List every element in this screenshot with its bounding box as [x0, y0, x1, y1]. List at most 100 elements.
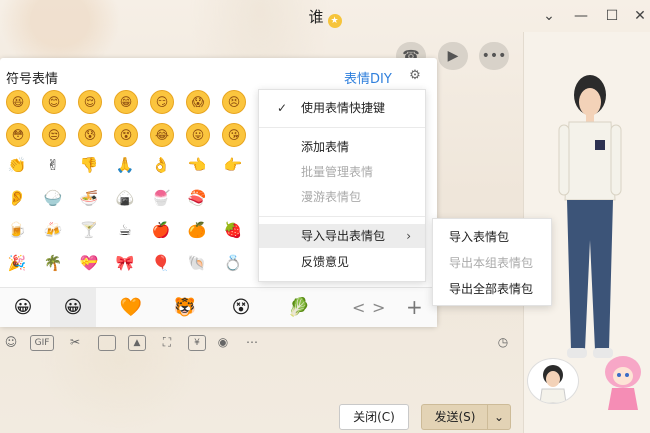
menu-item-import-export[interactable]: 导入导出表情包 ›	[259, 224, 425, 248]
emoji-item[interactable]: 😂	[150, 123, 174, 147]
submenu-item-export-all[interactable]: 导出全部表情包	[433, 277, 551, 301]
image-icon[interactable]: ▲	[128, 335, 146, 351]
emoji-item[interactable]: 🍓	[222, 219, 244, 241]
emoji-item[interactable]: 😱	[186, 90, 210, 114]
prev-arrow-icon[interactable]: <	[352, 288, 365, 327]
contact-name[interactable]: 谁	[308, 8, 323, 26]
pet-figure[interactable]	[600, 352, 646, 412]
emoji-item[interactable]: 😊	[42, 90, 66, 114]
tab-symbol-emoji[interactable]: 😀	[0, 288, 46, 327]
check-icon: ✓	[277, 101, 288, 115]
vip-crown-icon[interactable]: ★	[327, 14, 342, 28]
emoji-item[interactable]: 🎀	[114, 252, 136, 274]
emoji-item[interactable]: 😛	[186, 123, 210, 147]
voice-icon[interactable]: ◉	[214, 333, 232, 351]
emoji-item[interactable]: 🐚	[186, 252, 208, 274]
emoji-item[interactable]: 👏	[6, 154, 28, 176]
send-button[interactable]: 发送(S)	[421, 404, 488, 430]
send-options-dropdown[interactable]: ⌄	[487, 404, 511, 430]
settings-icon[interactable]: ⚙	[407, 68, 423, 84]
gif-icon[interactable]: GIF	[30, 335, 54, 351]
emoji-item[interactable]: 😏	[150, 90, 174, 114]
emoji-item[interactable]: 🍚	[42, 187, 64, 209]
emoji-item[interactable]: 💍	[222, 252, 244, 274]
emoji-item[interactable]: 💝	[78, 252, 100, 274]
submenu-item-export-group: 导出本组表情包	[433, 251, 551, 275]
emoji-item[interactable]: 🎉	[6, 252, 28, 274]
smiley-tab-icon: 😀	[13, 297, 33, 318]
emoji-item[interactable]: 🍣	[186, 187, 208, 209]
menu-item-label: 批量管理表情	[301, 165, 374, 179]
emoji-item[interactable]: 😵	[114, 123, 138, 147]
emoji-item[interactable]: 🍸	[78, 219, 100, 241]
emoji-item[interactable]: ✌	[42, 154, 64, 176]
emoji-item[interactable]: 🍙	[114, 187, 136, 209]
emoji-tab-bar: 😀 😀 🧡 🐯 😵 🥬 < > +	[0, 287, 437, 327]
close-icon[interactable]: ✕	[630, 6, 650, 26]
minimize-icon[interactable]: —	[571, 6, 591, 26]
menu-item-shortcut[interactable]: ✓ 使用表情快捷键	[259, 96, 425, 120]
close-button[interactable]: 关闭(C)	[339, 404, 409, 430]
emoji-panel-title: 符号表情	[6, 72, 59, 87]
emoji-item[interactable]: 🙏	[114, 154, 136, 176]
tab-favorites[interactable]: 🧡	[108, 288, 154, 327]
scissors-icon[interactable]: ✂	[66, 333, 84, 351]
smiley-icon[interactable]: ☺	[2, 333, 20, 351]
menu-divider	[259, 127, 425, 128]
emoji-context-menu: ✓ 使用表情快捷键 添加表情 批量管理表情 漫游表情包 导入导出表情包 › 反馈意见	[258, 89, 426, 282]
video-icon[interactable]: ▶	[438, 42, 468, 70]
emoji-item[interactable]: 😒	[42, 123, 66, 147]
emoji-item[interactable]: 🍜	[78, 187, 100, 209]
more-dots-icon[interactable]: ⋯	[243, 333, 261, 351]
emoji-item[interactable]: 😘	[222, 123, 246, 147]
user-avatar[interactable]	[527, 358, 579, 404]
emoji-item[interactable]: 🌴	[42, 252, 64, 274]
tab-classic-emoji[interactable]: 😀	[50, 288, 96, 327]
emoji-item[interactable]: 🍧	[150, 187, 172, 209]
menu-item-label: 漫游表情包	[301, 190, 362, 204]
emoji-item[interactable]: 😳	[6, 123, 30, 147]
folder-icon[interactable]	[98, 335, 116, 351]
tab-tiger-pack[interactable]: 🐯	[162, 288, 208, 327]
emoji-item[interactable]: 😆	[6, 90, 30, 114]
heart-tab-icon: 🧡	[119, 297, 143, 318]
more-icon[interactable]: •••	[479, 42, 509, 70]
dizzy-face-tab-icon: 😵	[231, 297, 251, 318]
add-emoji-icon[interactable]: +	[406, 288, 423, 327]
tiger-tab-icon: 🐯	[173, 297, 197, 318]
tab-sticker-pack[interactable]: 😵	[218, 288, 264, 327]
smiley-face-tab-icon: 😀	[63, 297, 83, 318]
emoji-item[interactable]: 🎈	[150, 252, 172, 274]
avatar-figure	[558, 75, 622, 358]
red-packet-icon[interactable]: ¥	[188, 335, 206, 351]
import-export-submenu: 导入表情包 导出本组表情包 导出全部表情包	[432, 218, 552, 306]
emoji-item[interactable]: 👎	[78, 154, 100, 176]
emoji-item[interactable]: 🍎	[150, 219, 172, 241]
next-arrow-icon[interactable]: >	[372, 288, 385, 327]
menu-item-feedback[interactable]: 反馈意见	[259, 250, 425, 274]
emoji-item[interactable]: 👈	[186, 154, 208, 176]
emoji-item[interactable]: 😌	[78, 90, 102, 114]
submenu-item-label: 导出全部表情包	[449, 282, 534, 296]
emoji-item[interactable]: 👂	[6, 187, 28, 209]
emoji-item[interactable]: 👉	[222, 154, 244, 176]
menu-item-add-emoji[interactable]: 添加表情	[259, 135, 425, 159]
emoji-item[interactable]: 👌	[150, 154, 172, 176]
maximize-icon[interactable]: ☐	[602, 6, 622, 26]
emoji-item[interactable]: 🍊	[186, 219, 208, 241]
emoji-item[interactable]: 🍺	[6, 219, 28, 241]
green-character-tab-icon: 🥬	[287, 297, 311, 318]
screenshot-icon[interactable]: ⛶	[158, 333, 176, 351]
history-clock-icon[interactable]: ◷	[494, 333, 512, 351]
menu-item-roaming: 漫游表情包	[259, 185, 425, 209]
submenu-item-import[interactable]: 导入表情包	[433, 225, 551, 249]
submenu-item-label: 导出本组表情包	[449, 256, 534, 270]
emoji-item[interactable]: 😰	[78, 123, 102, 147]
emoji-diy-link[interactable]: 表情DIY	[344, 68, 392, 87]
tab-cabbage-pack[interactable]: 🥬	[276, 288, 322, 327]
chevron-down-icon[interactable]: ⌄	[539, 6, 559, 26]
emoji-item[interactable]: 😁	[114, 90, 138, 114]
emoji-item[interactable]: 😣	[222, 90, 246, 114]
emoji-item[interactable]: 🍻	[42, 219, 64, 241]
emoji-item[interactable]: ☕	[114, 219, 136, 241]
